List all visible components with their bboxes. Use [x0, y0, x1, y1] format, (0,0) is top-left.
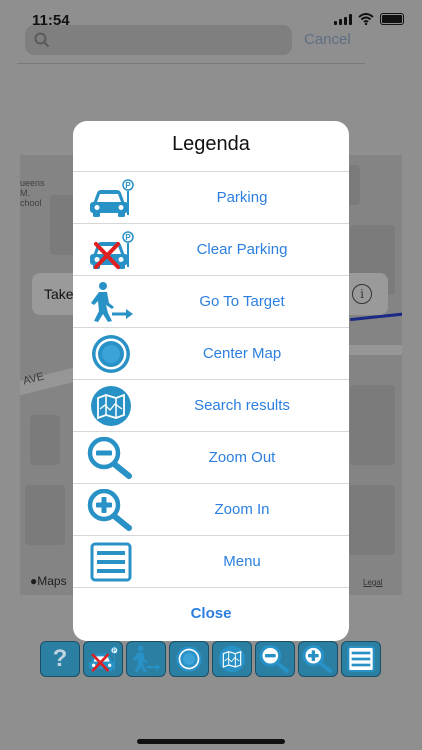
bottom-toolbar: ?: [40, 641, 381, 677]
signal-icon: [334, 13, 352, 25]
map-poi-label: ueens M. chool: [20, 178, 45, 208]
legend-item-label: Center Map: [202, 345, 282, 362]
legend-item-zoom-out[interactable]: Zoom Out: [73, 431, 349, 483]
legend-item-menu[interactable]: Menu: [73, 535, 349, 587]
legend-dialog: Legenda Parking Clear Parking Go To Targ…: [73, 121, 349, 641]
legend-item-label: Zoom Out: [208, 449, 276, 466]
search-icon: [34, 32, 50, 48]
legend-item-label: Zoom In: [214, 501, 270, 518]
legend-item-label: Menu: [223, 553, 261, 570]
wifi-icon: [358, 13, 374, 25]
legend-item-label: Clear Parking: [196, 241, 288, 258]
zoom-out-icon: [86, 437, 136, 479]
search-results-button[interactable]: [212, 641, 252, 677]
clear-parking-icon: [86, 645, 120, 673]
zoom-out-button[interactable]: [255, 641, 295, 677]
divider: [17, 63, 365, 64]
go-to-target-button[interactable]: [126, 641, 166, 677]
dialog-title: Legenda: [172, 133, 250, 155]
help-button[interactable]: ?: [40, 641, 80, 677]
battery-icon: [380, 13, 404, 25]
legend-item-label: Search results: [194, 397, 290, 414]
center-map-icon: [172, 645, 206, 673]
legend-item-clear-parking[interactable]: Clear Parking: [73, 223, 349, 275]
center-map-icon: [86, 333, 136, 375]
center-map-button[interactable]: [169, 641, 209, 677]
parking-icon: [86, 177, 136, 219]
legend-item-center-map[interactable]: Center Map: [73, 327, 349, 379]
zoom-in-icon: [301, 645, 335, 673]
legend-item-go-to-target[interactable]: Go To Target: [73, 275, 349, 327]
menu-icon: [344, 645, 378, 673]
clear-parking-icon: [86, 229, 136, 271]
legend-item-label: Go To Target: [199, 293, 285, 310]
search-results-icon: [86, 385, 136, 427]
search-results-icon: [215, 645, 249, 673]
callout-text: Take: [44, 286, 74, 302]
search-input[interactable]: [25, 25, 292, 55]
legal-link[interactable]: Legal: [363, 578, 383, 587]
go-to-target-icon: [86, 281, 136, 323]
zoom-out-icon: [258, 645, 292, 673]
zoom-in-button[interactable]: [298, 641, 338, 677]
clear-parking-button[interactable]: [83, 641, 123, 677]
close-button[interactable]: Close: [73, 587, 349, 639]
legend-item-search-results[interactable]: Search results: [73, 379, 349, 431]
legend-item-label: Parking: [216, 189, 268, 206]
menu-button[interactable]: [341, 641, 381, 677]
cancel-button[interactable]: Cancel: [304, 31, 351, 48]
status-icons: [334, 13, 404, 25]
home-indicator: [137, 739, 285, 744]
close-label: Close: [190, 605, 232, 622]
info-icon[interactable]: i: [352, 284, 372, 304]
go-to-target-icon: [129, 645, 163, 673]
maps-attribution: ●Maps: [30, 574, 67, 588]
menu-icon: [86, 541, 136, 583]
legend-item-parking[interactable]: Parking: [73, 171, 349, 223]
zoom-in-icon: [86, 489, 136, 531]
legend-item-zoom-in[interactable]: Zoom In: [73, 483, 349, 535]
